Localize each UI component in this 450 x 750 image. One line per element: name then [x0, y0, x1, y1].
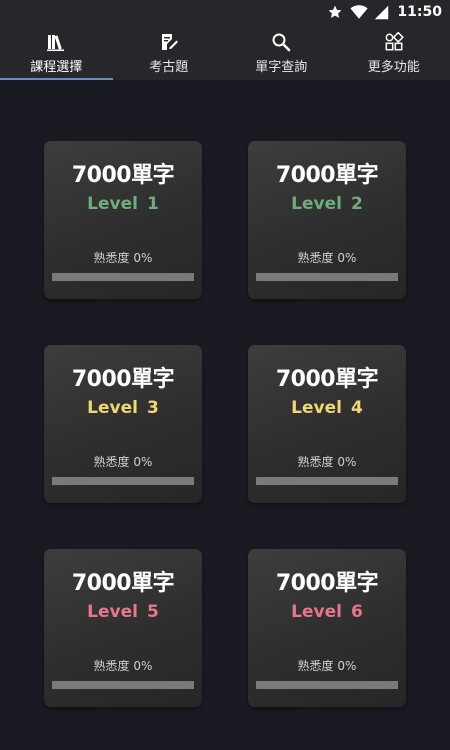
- familiarity-label: 熟悉度: [297, 659, 334, 673]
- card-title: 7000單字: [275, 571, 379, 596]
- signal-icon: [374, 5, 389, 20]
- app-screen: 11:50 課程選擇 考古題 單字查詢 更多功能 7000單字 Level 1 …: [0, 0, 450, 750]
- course-card-level-4[interactable]: 7000單字 Level 4 熟悉度 0%: [248, 345, 406, 503]
- level-word: Level: [87, 398, 138, 418]
- course-card-level-1[interactable]: 7000單字 Level 1 熟悉度 0%: [44, 141, 202, 299]
- tab-label: 更多功能: [367, 60, 420, 75]
- familiarity-label: 熟悉度: [297, 455, 334, 469]
- course-card-level-6[interactable]: 7000單字 Level 6 熟悉度 0%: [248, 549, 406, 707]
- course-grid: 7000單字 Level 1 熟悉度 0% 7000單字 Level 2 熟悉度 0…: [0, 80, 450, 750]
- card-level: Level 6: [248, 602, 406, 622]
- tab-more-features[interactable]: 更多功能: [338, 24, 450, 80]
- familiarity: 熟悉度 0%: [248, 657, 406, 674]
- level-word: Level: [87, 602, 138, 622]
- card-level: Level 4: [248, 398, 406, 418]
- progress-bar: [256, 273, 398, 281]
- course-card-level-3[interactable]: 7000單字 Level 3 熟悉度 0%: [44, 345, 202, 503]
- progress-bar: [52, 477, 194, 485]
- card-title: 7000單字: [71, 367, 175, 392]
- level-number: 1: [146, 194, 159, 214]
- tab-label: 考古題: [149, 60, 189, 75]
- status-icons: 11:50: [327, 3, 442, 21]
- star-icon: [327, 4, 343, 20]
- tab-label: 單字查詢: [255, 60, 308, 75]
- familiarity: 熟悉度 0%: [248, 249, 406, 266]
- apps-icon: [384, 31, 404, 52]
- familiarity-value: 0%: [337, 455, 357, 469]
- status-time: 11:50: [397, 4, 442, 20]
- familiarity-value: 0%: [337, 659, 357, 673]
- level-word: Level: [291, 602, 342, 622]
- familiarity-label: 熟悉度: [93, 251, 130, 265]
- level-number: 4: [350, 398, 363, 418]
- card-title: 7000單字: [71, 571, 175, 596]
- level-word: Level: [291, 398, 342, 418]
- familiarity: 熟悉度 0%: [44, 657, 202, 674]
- familiarity-value: 0%: [337, 251, 357, 265]
- tab-word-lookup[interactable]: 單字查詢: [225, 24, 338, 80]
- card-title: 7000單字: [275, 163, 379, 188]
- card-level: Level 2: [248, 194, 406, 214]
- status-bar: 11:50: [0, 0, 450, 24]
- edit-note-icon: [159, 32, 179, 52]
- familiarity-value: 0%: [133, 659, 153, 673]
- familiarity-label: 熟悉度: [93, 659, 130, 673]
- level-word: Level: [291, 194, 342, 214]
- course-card-level-2[interactable]: 7000單字 Level 2 熟悉度 0%: [248, 141, 406, 299]
- familiarity-label: 熟悉度: [93, 455, 130, 469]
- tab-course-select[interactable]: 課程選擇: [0, 24, 113, 80]
- level-number: 2: [350, 194, 363, 214]
- tab-bar: 課程選擇 考古題 單字查詢 更多功能: [0, 24, 450, 80]
- card-title: 7000單字: [275, 367, 379, 392]
- card-level: Level 3: [44, 398, 202, 418]
- familiarity-value: 0%: [133, 455, 153, 469]
- course-card-level-5[interactable]: 7000單字 Level 5 熟悉度 0%: [44, 549, 202, 707]
- card-level: Level 5: [44, 602, 202, 622]
- progress-bar: [52, 273, 194, 281]
- level-number: 3: [146, 398, 159, 418]
- tab-label: 課程選擇: [30, 60, 83, 75]
- familiarity-value: 0%: [133, 251, 153, 265]
- level-number: 6: [350, 602, 363, 622]
- familiarity: 熟悉度 0%: [248, 453, 406, 470]
- progress-bar: [52, 681, 194, 689]
- books-icon: [46, 32, 66, 52]
- card-level: Level 1: [44, 194, 202, 214]
- progress-bar: [256, 477, 398, 485]
- card-title: 7000單字: [71, 163, 175, 188]
- search-icon: [271, 32, 291, 52]
- level-word: Level: [87, 194, 138, 214]
- familiarity-label: 熟悉度: [297, 251, 334, 265]
- progress-bar: [256, 681, 398, 689]
- tab-past-exams[interactable]: 考古題: [113, 24, 226, 80]
- familiarity: 熟悉度 0%: [44, 249, 202, 266]
- familiarity: 熟悉度 0%: [44, 453, 202, 470]
- level-number: 5: [146, 602, 159, 622]
- wifi-icon: [350, 4, 369, 20]
